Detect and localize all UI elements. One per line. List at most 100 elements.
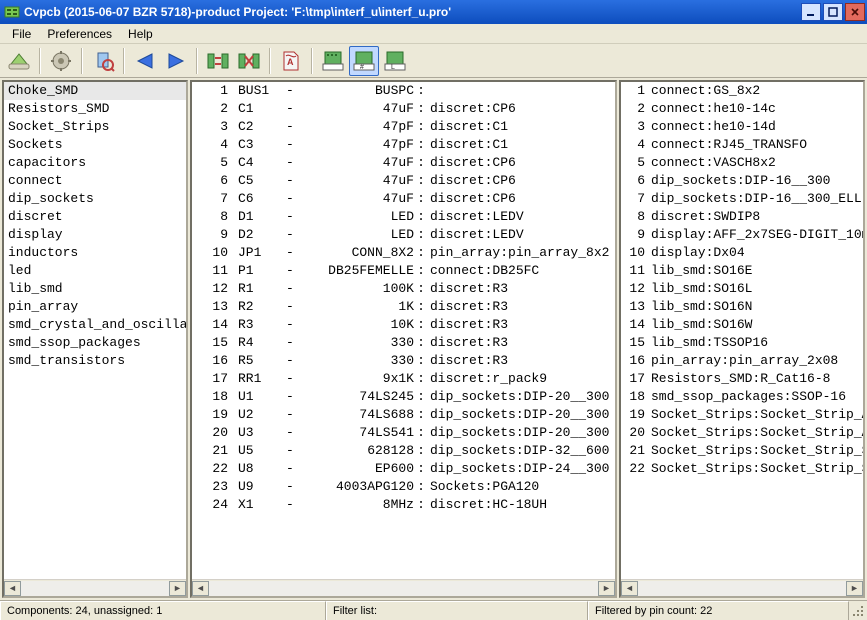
component-row[interactable]: 13R2-1K:discret:R3 xyxy=(192,298,615,316)
footprint-list[interactable]: 1connect:GS_8x22connect:he10-14c3connect… xyxy=(621,82,863,579)
component-row[interactable]: 8D1-LED:discret:LEDV xyxy=(192,208,615,226)
menu-preferences[interactable]: Preferences xyxy=(39,25,120,43)
view-footprint-button[interactable] xyxy=(88,46,118,76)
component-row[interactable]: 5C4-47uF:discret:CP6 xyxy=(192,154,615,172)
documentation-button[interactable]: A xyxy=(276,46,306,76)
component-row[interactable]: 12R1-100K:discret:R3 xyxy=(192,280,615,298)
delete-associations-button[interactable] xyxy=(234,46,264,76)
svg-text:A: A xyxy=(287,57,294,67)
prev-button[interactable] xyxy=(130,46,160,76)
library-item[interactable]: discret xyxy=(4,208,186,226)
library-hscroll[interactable]: ◄ ► xyxy=(4,579,186,596)
window-title: Cvpcb (2015-06-07 BZR 5718)-product Proj… xyxy=(24,5,799,19)
maximize-button[interactable] xyxy=(823,3,843,21)
scroll-left-icon[interactable]: ◄ xyxy=(621,581,638,596)
component-row[interactable]: 4C3-47pF:discret:C1 xyxy=(192,136,615,154)
library-item[interactable]: lib_smd xyxy=(4,280,186,298)
footprint-row[interactable]: 18smd_ssop_packages:SSOP-16 xyxy=(621,388,863,406)
status-pincount: Filtered by pin count: 22 xyxy=(588,601,849,620)
library-item[interactable]: Socket_Strips xyxy=(4,118,186,136)
component-row[interactable]: 18U1-74LS245:dip_sockets:DIP-20__300 xyxy=(192,388,615,406)
library-item[interactable]: led xyxy=(4,262,186,280)
library-item[interactable]: pin_array xyxy=(4,298,186,316)
footprint-row[interactable]: 9display:AFF_2x7SEG-DIGIT_10mm xyxy=(621,226,863,244)
footprint-row[interactable]: 6dip_sockets:DIP-16__300 xyxy=(621,172,863,190)
component-row[interactable]: 3C2-47pF:discret:C1 xyxy=(192,118,615,136)
library-item[interactable]: smd_ssop_packages xyxy=(4,334,186,352)
filter-library-button[interactable]: L xyxy=(380,46,410,76)
component-row[interactable]: 6C5-47uF:discret:CP6 xyxy=(192,172,615,190)
menu-help[interactable]: Help xyxy=(120,25,161,43)
footprint-row[interactable]: 22Socket_Strips:Socket_Strip_Stra xyxy=(621,460,863,478)
footprint-row[interactable]: 16pin_array:pin_array_2x08 xyxy=(621,352,863,370)
footprint-row[interactable]: 2connect:he10-14c xyxy=(621,100,863,118)
component-row[interactable]: 16R5-330:discret:R3 xyxy=(192,352,615,370)
library-item[interactable]: capacitors xyxy=(4,154,186,172)
library-item[interactable]: Sockets xyxy=(4,136,186,154)
footprint-row[interactable]: 15lib_smd:TSSOP16 xyxy=(621,334,863,352)
footprint-row[interactable]: 8discret:SWDIP8 xyxy=(621,208,863,226)
footprint-row[interactable]: 10display:Dx04 xyxy=(621,244,863,262)
scroll-right-icon[interactable]: ► xyxy=(598,581,615,596)
footprint-row[interactable]: 1connect:GS_8x2 xyxy=(621,82,863,100)
library-item[interactable]: display xyxy=(4,226,186,244)
footprint-row[interactable]: 7dip_sockets:DIP-16__300_ELL xyxy=(621,190,863,208)
footprint-row[interactable]: 12lib_smd:SO16L xyxy=(621,280,863,298)
component-hscroll[interactable]: ◄ ► xyxy=(192,579,615,596)
component-row[interactable]: 20U3-74LS541:dip_sockets:DIP-20__300 xyxy=(192,424,615,442)
component-row[interactable]: 1BUS1-BUSPC: xyxy=(192,82,615,100)
auto-associate-button[interactable] xyxy=(203,46,233,76)
footprint-row[interactable]: 3connect:he10-14d xyxy=(621,118,863,136)
next-button[interactable] xyxy=(161,46,191,76)
footprint-row[interactable]: 20Socket_Strips:Socket_Strip_Angl xyxy=(621,424,863,442)
footprint-hscroll[interactable]: ◄ ► xyxy=(621,579,863,596)
component-row[interactable]: 24X1-8MHz:discret:HC-18UH xyxy=(192,496,615,514)
component-row[interactable]: 19U2-74LS688:dip_sockets:DIP-20__300 xyxy=(192,406,615,424)
close-button[interactable] xyxy=(845,3,865,21)
component-row[interactable]: 9D2-LED:discret:LEDV xyxy=(192,226,615,244)
titlebar: Cvpcb (2015-06-07 BZR 5718)-product Proj… xyxy=(0,0,867,24)
component-row[interactable]: 17RR1-9x1K:discret:r_pack9 xyxy=(192,370,615,388)
svg-text:#: # xyxy=(360,64,364,71)
scroll-right-icon[interactable]: ► xyxy=(169,581,186,596)
component-row[interactable]: 11P1-DB25FEMELLE:connect:DB25FC xyxy=(192,262,615,280)
library-item[interactable]: dip_sockets xyxy=(4,190,186,208)
component-row[interactable]: 14R3-10K:discret:R3 xyxy=(192,316,615,334)
scroll-right-icon[interactable]: ► xyxy=(846,581,863,596)
library-item[interactable]: Choke_SMD xyxy=(4,82,186,100)
status-filter: Filter list: xyxy=(326,601,588,620)
library-item[interactable]: Resistors_SMD xyxy=(4,100,186,118)
main-area: Choke_SMDResistors_SMDSocket_StripsSocke… xyxy=(0,78,867,600)
footprint-row[interactable]: 5connect:VASCH8x2 xyxy=(621,154,863,172)
footprint-row[interactable]: 17Resistors_SMD:R_Cat16-8 xyxy=(621,370,863,388)
footprint-row[interactable]: 4connect:RJ45_TRANSFO xyxy=(621,136,863,154)
component-list[interactable]: 1BUS1-BUSPC:2C1-47uF:discret:CP63C2-47pF… xyxy=(192,82,615,579)
footprint-row[interactable]: 19Socket_Strips:Socket_Strip_Angl xyxy=(621,406,863,424)
settings-button[interactable] xyxy=(46,46,76,76)
component-row[interactable]: 2C1-47uF:discret:CP6 xyxy=(192,100,615,118)
library-item[interactable]: inductors xyxy=(4,244,186,262)
component-row[interactable]: 23U9-4003APG120:Sockets:PGA120 xyxy=(192,478,615,496)
footprint-row[interactable]: 11lib_smd:SO16E xyxy=(621,262,863,280)
component-row[interactable]: 10JP1-CONN_8X2:pin_array:pin_array_8x2 xyxy=(192,244,615,262)
component-row[interactable]: 15R4-330:discret:R3 xyxy=(192,334,615,352)
resize-grip-icon[interactable] xyxy=(849,601,867,620)
library-item[interactable]: smd_transistors xyxy=(4,352,186,370)
save-button[interactable] xyxy=(4,46,34,76)
scroll-left-icon[interactable]: ◄ xyxy=(192,581,209,596)
library-item[interactable]: smd_crystal_and_oscillat xyxy=(4,316,186,334)
menu-file[interactable]: File xyxy=(4,25,39,43)
library-list[interactable]: Choke_SMDResistors_SMDSocket_StripsSocke… xyxy=(4,82,186,579)
footprint-row[interactable]: 21Socket_Strips:Socket_Strip_Stra xyxy=(621,442,863,460)
scroll-left-icon[interactable]: ◄ xyxy=(4,581,21,596)
filter-pincount-button[interactable]: # xyxy=(349,46,379,76)
filter-keywords-button[interactable] xyxy=(318,46,348,76)
statusbar: Components: 24, unassigned: 1 Filter lis… xyxy=(0,600,867,620)
library-item[interactable]: connect xyxy=(4,172,186,190)
component-row[interactable]: 22U8-EP600:dip_sockets:DIP-24__300 xyxy=(192,460,615,478)
component-row[interactable]: 21U5-628128:dip_sockets:DIP-32__600 xyxy=(192,442,615,460)
footprint-row[interactable]: 14lib_smd:SO16W xyxy=(621,316,863,334)
footprint-row[interactable]: 13lib_smd:SO16N xyxy=(621,298,863,316)
component-row[interactable]: 7C6-47uF:discret:CP6 xyxy=(192,190,615,208)
minimize-button[interactable] xyxy=(801,3,821,21)
